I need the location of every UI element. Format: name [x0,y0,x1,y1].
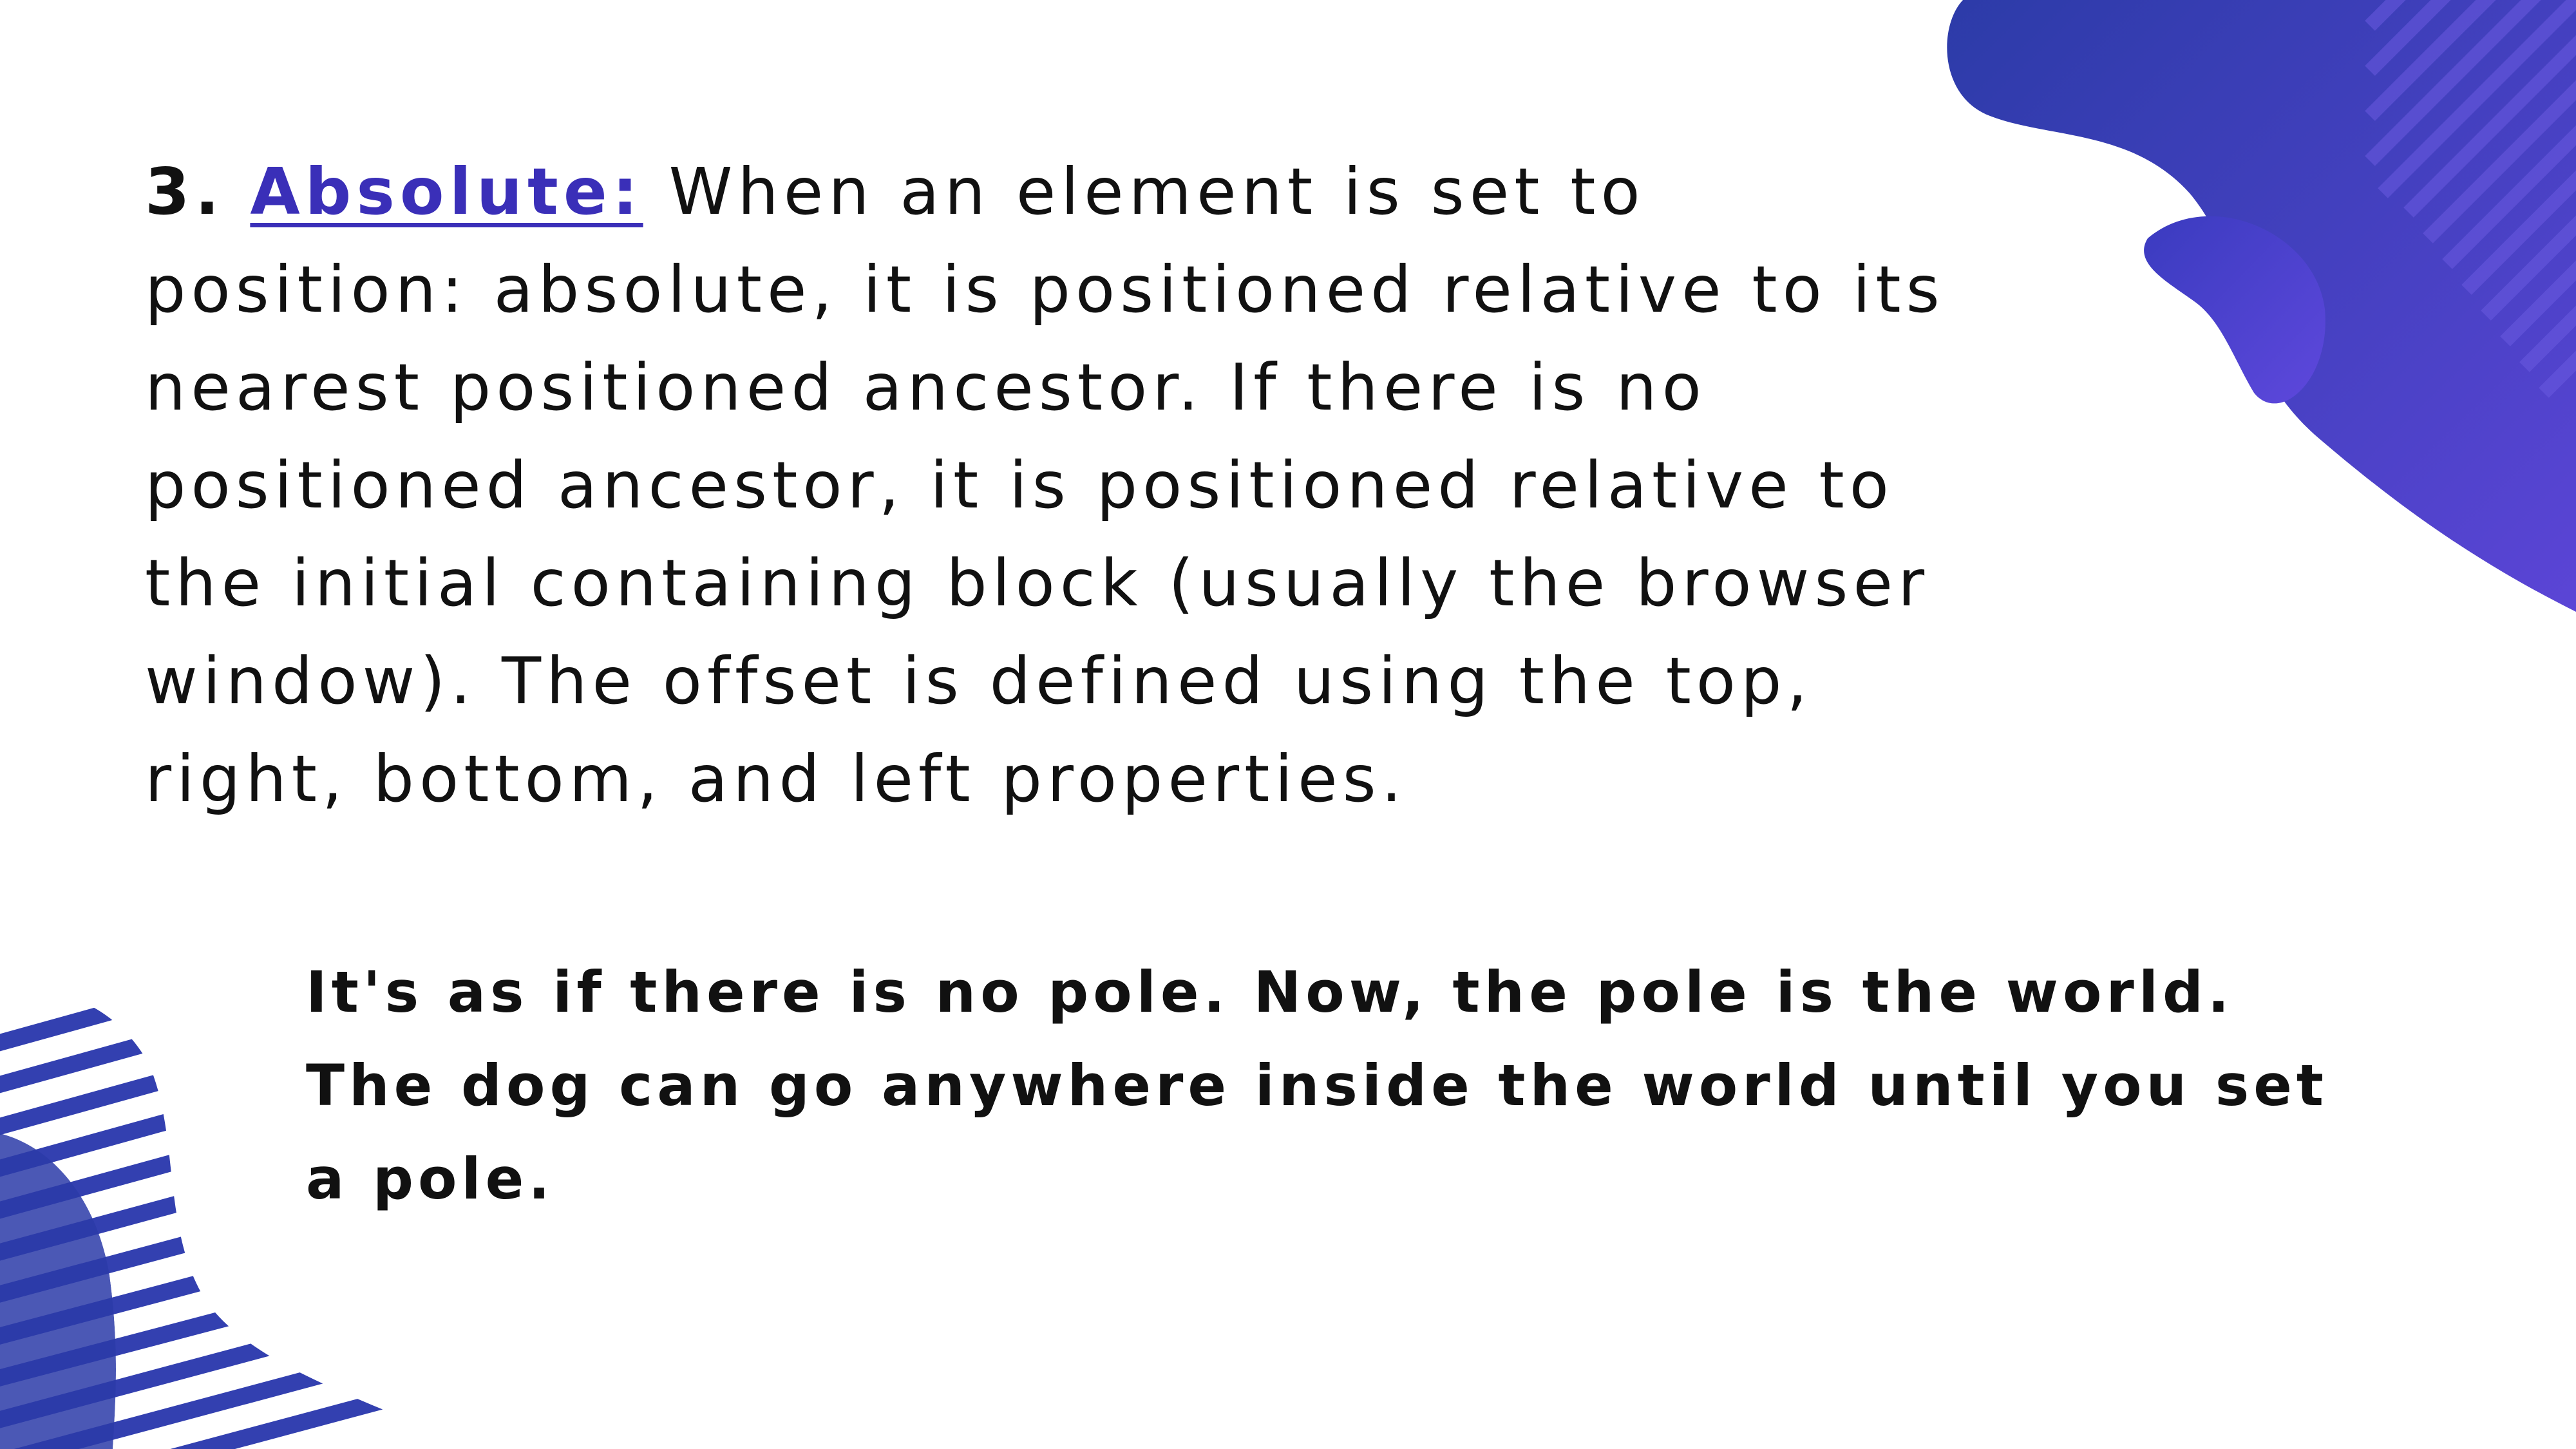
definition-text: When an element is set to position: abso… [145,154,1945,817]
absolute-definition-paragraph: 3. Absolute: When an element is set to p… [145,143,1948,828]
term-absolute-link[interactable]: Absolute: [250,154,643,229]
section-number: 3. [145,154,225,229]
dog-pole-analogy: It's as if there is no pole. Now, the po… [306,959,2328,1212]
decorative-blob-top-right [1947,0,2576,612]
